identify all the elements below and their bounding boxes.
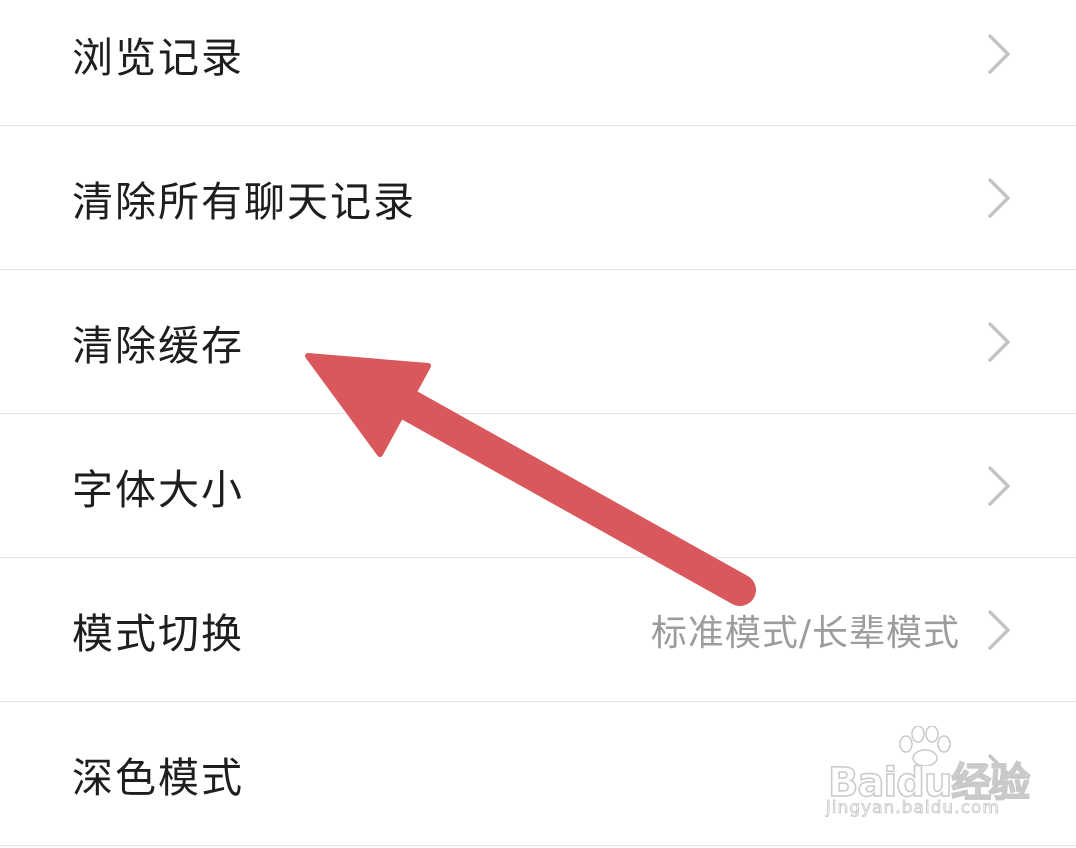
settings-item-clear-cache[interactable]: 清除缓存 (0, 270, 1076, 414)
settings-item-label: 清除所有聊天记录 (72, 177, 416, 226)
settings-item-label: 清除缓存 (72, 321, 244, 370)
chevron-right-icon (988, 465, 1010, 506)
settings-item-mode-switch[interactable]: 模式切换 标准模式/长辈模式 (0, 558, 1076, 702)
settings-item-browsing-history[interactable]: 浏览记录 (0, 0, 1076, 126)
settings-item-clear-chat-history[interactable]: 清除所有聊天记录 (0, 126, 1076, 270)
settings-item-value: 标准模式/长辈模式 (650, 612, 960, 654)
chevron-right-icon (988, 753, 1010, 794)
chevron-right-icon (988, 33, 1010, 74)
settings-item-font-size[interactable]: 字体大小 (0, 414, 1076, 558)
settings-item-label: 浏览记录 (72, 33, 244, 82)
settings-item-label: 模式切换 (72, 609, 244, 658)
chevron-right-icon (988, 321, 1010, 362)
chevron-right-icon (988, 609, 1010, 650)
settings-item-dark-mode[interactable]: 深色模式 (0, 702, 1076, 846)
settings-item-label: 字体大小 (72, 465, 244, 514)
settings-item-label: 深色模式 (72, 753, 244, 802)
chevron-right-icon (988, 177, 1010, 218)
settings-list: 浏览记录 清除所有聊天记录 清除缓存 字体大小 模式切换 标准模式/长辈模式 深… (0, 0, 1076, 848)
